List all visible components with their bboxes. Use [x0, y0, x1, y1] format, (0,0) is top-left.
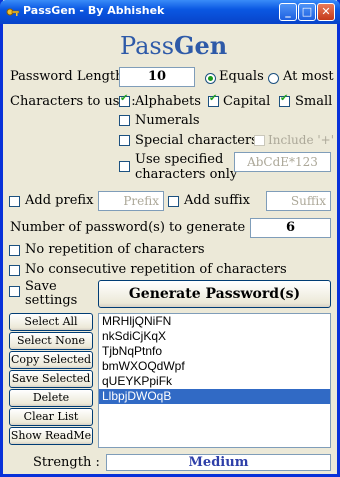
delete-selected-button[interactable]: Delete Selected [9, 389, 93, 420]
password-list[interactable]: MRHljQNiFN nkSdiCjKqX TjbNqPtnfo bmWXOQdWpf… [98, 313, 331, 448]
generate-button[interactable]: Generate Password(s) [98, 280, 331, 308]
include-plus-label: Include '+' [268, 133, 335, 147]
capital-checkbox[interactable] [208, 93, 219, 107]
alphabets-label: Alphabets [135, 94, 201, 109]
save-settings-label-line2: settings [25, 293, 78, 308]
password-list-item[interactable]: LlbpjDWOqB [99, 389, 330, 404]
small-checkbox[interactable] [279, 93, 290, 107]
alphabets-checkbox[interactable] [119, 93, 130, 107]
password-list-item[interactable]: TjbNqPtnfo [99, 344, 330, 359]
close-icon: ✕ [321, 5, 331, 18]
special-characters-label: Special characters [135, 133, 258, 148]
suffix-input[interactable]: Suffix [266, 191, 331, 211]
no-repetition-label: No repetition of characters [25, 242, 205, 257]
password-list-item[interactable]: qUEYKPpiFk [99, 374, 330, 389]
title-bar[interactable]: PassGen - By Abhishek _ □ ✕ [0, 0, 340, 24]
show-readme-button[interactable]: Show ReadMe [9, 427, 93, 445]
close-button[interactable]: ✕ [317, 3, 335, 21]
password-list-item[interactable]: bmWXOQdWpf [99, 359, 330, 374]
small-label: Small [295, 94, 333, 109]
strength-label: Strength : [33, 455, 100, 470]
password-length-label: Password Length : [10, 69, 133, 84]
select-all-button[interactable]: Select All [9, 313, 93, 331]
key-icon [6, 8, 20, 16]
copy-selected-button[interactable]: Copy Selected [9, 351, 93, 369]
count-label: Number of password(s) to generate : [10, 220, 254, 235]
add-prefix-label: Add prefix [25, 193, 94, 208]
password-length-input[interactable]: 10 [119, 67, 195, 87]
strength-value: Medium [106, 454, 331, 471]
minimize-icon: _ [285, 5, 291, 18]
count-input[interactable]: 6 [250, 218, 331, 238]
numerals-label: Numerals [135, 113, 200, 128]
save-settings-label-line1: Save [25, 279, 57, 294]
no-consecutive-checkbox[interactable] [9, 265, 20, 276]
capital-label: Capital [223, 94, 271, 109]
password-list-item[interactable]: MRHljQNiFN [99, 314, 330, 329]
maximize-button[interactable]: □ [298, 3, 316, 21]
numerals-checkbox[interactable] [119, 115, 130, 126]
logo-gen: Gen [174, 31, 228, 60]
include-plus-checkbox[interactable] [254, 135, 265, 146]
at-most-radio[interactable] [268, 73, 279, 84]
add-prefix-checkbox[interactable] [9, 196, 20, 207]
password-list-item[interactable]: nkSdiCjKqX [99, 329, 330, 344]
add-suffix-checkbox[interactable] [168, 196, 179, 207]
at-most-label: At most [283, 69, 334, 84]
use-specified-label-line2: characters only [135, 167, 238, 182]
window-title: PassGen - By Abhishek [23, 4, 165, 17]
logo-pass: Pass [120, 32, 175, 60]
save-settings-checkbox[interactable] [9, 286, 20, 297]
characters-label: Characters to use : [10, 94, 136, 109]
select-none-button[interactable]: Select None [9, 332, 93, 350]
minimize-button[interactable]: _ [279, 3, 297, 21]
special-characters-checkbox[interactable] [119, 135, 130, 146]
prefix-input[interactable]: Prefix [98, 191, 164, 211]
maximize-icon: □ [301, 5, 313, 18]
use-specified-checkbox[interactable] [119, 161, 130, 172]
add-suffix-label: Add suffix [184, 193, 250, 208]
no-consecutive-label: No consecutive repetition of characters [25, 262, 287, 277]
no-repetition-checkbox[interactable] [9, 245, 20, 256]
clear-list-button[interactable]: Clear List [9, 408, 93, 426]
specified-characters-input[interactable]: AbCdE*123 [234, 152, 331, 172]
use-specified-label-line1: Use specified [135, 152, 224, 167]
save-selected-button[interactable]: Save Selected [9, 370, 93, 388]
app-logo: PassGen [120, 31, 227, 60]
equals-radio[interactable] [205, 73, 216, 84]
equals-label: Equals [219, 69, 264, 84]
